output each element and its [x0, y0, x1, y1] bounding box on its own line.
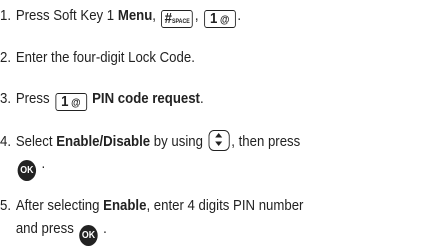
- menu-label: Menu: [117, 7, 153, 24]
- step-5: 5. After selecting Enable, enter 4 digits…: [0, 195, 303, 217]
- step-number: 1.: [0, 7, 12, 24]
- step-text: , enter 4 digits PIN number: [146, 197, 304, 214]
- step-text: .: [237, 7, 242, 24]
- one-key-symbol: @: [220, 14, 230, 26]
- step-text: After selecting: [15, 197, 104, 214]
- step-text: Select: [15, 133, 57, 150]
- enable-label: Enable: [103, 197, 147, 214]
- ok-key-label: OK: [81, 230, 96, 241]
- hash-space-key-icon: #SPACE: [161, 10, 194, 28]
- step-text: .: [199, 90, 204, 107]
- step-number: 4.: [0, 133, 12, 150]
- step-text: Press Soft Key 1: [15, 7, 118, 24]
- step-text: ,: [194, 7, 199, 24]
- step-2: 2. Enter the four-digit Lock Code.: [0, 47, 195, 69]
- step-text: Press: [15, 90, 50, 107]
- ok-key-icon: OK: [79, 225, 98, 246]
- step-text: Enter the four-digit Lock Code.: [15, 49, 195, 66]
- hash-key-sublabel: SPACE: [172, 19, 190, 25]
- one-key-symbol: @: [71, 97, 81, 109]
- step-3: 3. Press 1 @ PIN code request.: [0, 88, 204, 111]
- hash-key-label: #: [164, 10, 172, 27]
- step-text: and press: [15, 220, 74, 237]
- step-text: , then press: [231, 133, 301, 150]
- instruction-steps: 1. Press Soft Key 1 Menu, #SPACE, 1 @. 2. E…: [0, 0, 428, 248]
- step-4: 4. Select Enable/Disable by using , then …: [0, 130, 300, 153]
- step-text: by using: [150, 133, 203, 150]
- one-key-icon: 1 @: [203, 10, 236, 28]
- one-key-label: 1: [61, 93, 69, 110]
- step-text: .: [103, 220, 107, 237]
- enable-disable-label: Enable/Disable: [56, 133, 151, 150]
- step-text: .: [41, 155, 46, 172]
- ok-key-label: OK: [20, 165, 34, 176]
- ok-key-icon: OK: [17, 160, 37, 181]
- step-text: ,: [152, 7, 156, 24]
- one-key-label: 1: [210, 10, 218, 27]
- one-key-icon: 1 @: [55, 93, 87, 111]
- step-number: 2.: [0, 49, 12, 66]
- up-down-arrows-icon: [214, 133, 223, 146]
- pin-code-request-label: PIN code request: [92, 90, 200, 107]
- step-1: 1. Press Soft Key 1 Menu, #SPACE, 1 @.: [0, 5, 241, 28]
- step-5-continued: and press OK .: [0, 218, 107, 246]
- hash-key-sublabel-text: SPACE: [171, 19, 190, 25]
- step-number: 3.: [0, 90, 12, 107]
- navigation-key-icon: [208, 130, 230, 151]
- step-4-continued: OK .: [0, 153, 45, 181]
- step-number: 5.: [0, 197, 12, 214]
